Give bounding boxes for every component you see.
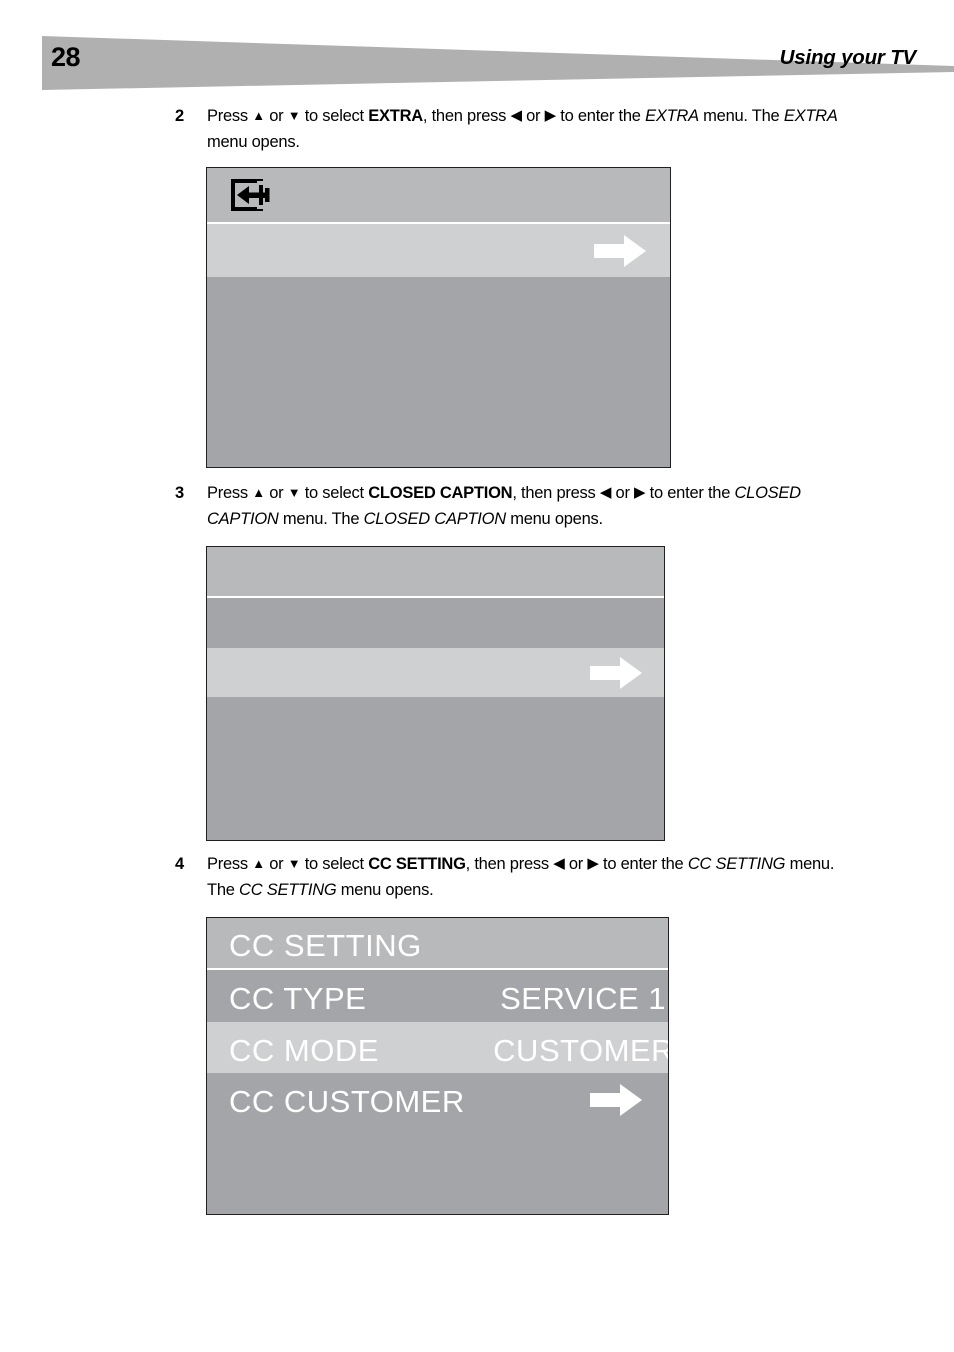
cc-customer-row[interactable]: CC CUSTOMER bbox=[207, 1073, 668, 1125]
cc-setting-menu-box: CC SETTING CC TYPE SERVICE 1 CC MODE CUS… bbox=[206, 917, 669, 1215]
cc-type-label: CC TYPE bbox=[229, 981, 367, 1016]
cc-type-row[interactable]: CC TYPE SERVICE 1 bbox=[207, 970, 668, 1022]
input-source-icon bbox=[231, 179, 271, 211]
cc-setting-header-row: CC SETTING bbox=[207, 918, 668, 968]
cc-menu-row-1[interactable] bbox=[207, 598, 664, 648]
cc-menu-row-2[interactable] bbox=[207, 648, 664, 697]
cc-menu-header-row bbox=[207, 547, 664, 596]
step-4: 4 Press ▲ or ▼ to select CC SETTING, the… bbox=[175, 851, 865, 903]
extra-menu-header-row bbox=[207, 168, 670, 222]
cc-customer-label: CC CUSTOMER bbox=[229, 1084, 465, 1119]
cc-mode-value: CUSTOMER bbox=[493, 1033, 668, 1068]
cc-setting-title: CC SETTING bbox=[229, 928, 422, 963]
step-3-text: Press ▲ or ▼ to select CLOSED CAPTION, t… bbox=[207, 484, 801, 528]
step-2-text: Press ▲ or ▼ to select EXTRA, then press… bbox=[207, 107, 838, 151]
step-3-number: 3 bbox=[175, 484, 185, 502]
cc-type-value: SERVICE 1 bbox=[500, 981, 666, 1016]
page-title: Using your TV bbox=[779, 46, 917, 69]
page-number: 28 bbox=[51, 42, 81, 72]
cc-mode-label: CC MODE bbox=[229, 1033, 379, 1068]
enter-arrow-icon bbox=[590, 657, 642, 689]
enter-arrow-icon bbox=[594, 235, 646, 267]
extra-menu-row-1[interactable] bbox=[207, 224, 670, 277]
enter-arrow-icon bbox=[590, 1084, 642, 1116]
step-4-text: Press ▲ or ▼ to select CC SETTING, then … bbox=[207, 855, 835, 899]
closed-caption-menu-box bbox=[206, 546, 665, 841]
step-2: 2 Press ▲ or ▼ to select EXTRA, then pre… bbox=[175, 103, 865, 155]
step-3: 3 Press ▲ or ▼ to select CLOSED CAPTION,… bbox=[175, 480, 865, 532]
step-4-number: 4 bbox=[175, 855, 185, 873]
step-2-number: 2 bbox=[175, 107, 185, 125]
extra-menu-box bbox=[206, 167, 671, 468]
cc-mode-row[interactable]: CC MODE CUSTOMER bbox=[207, 1022, 668, 1073]
page-header: 28 Using your TV bbox=[0, 0, 954, 100]
